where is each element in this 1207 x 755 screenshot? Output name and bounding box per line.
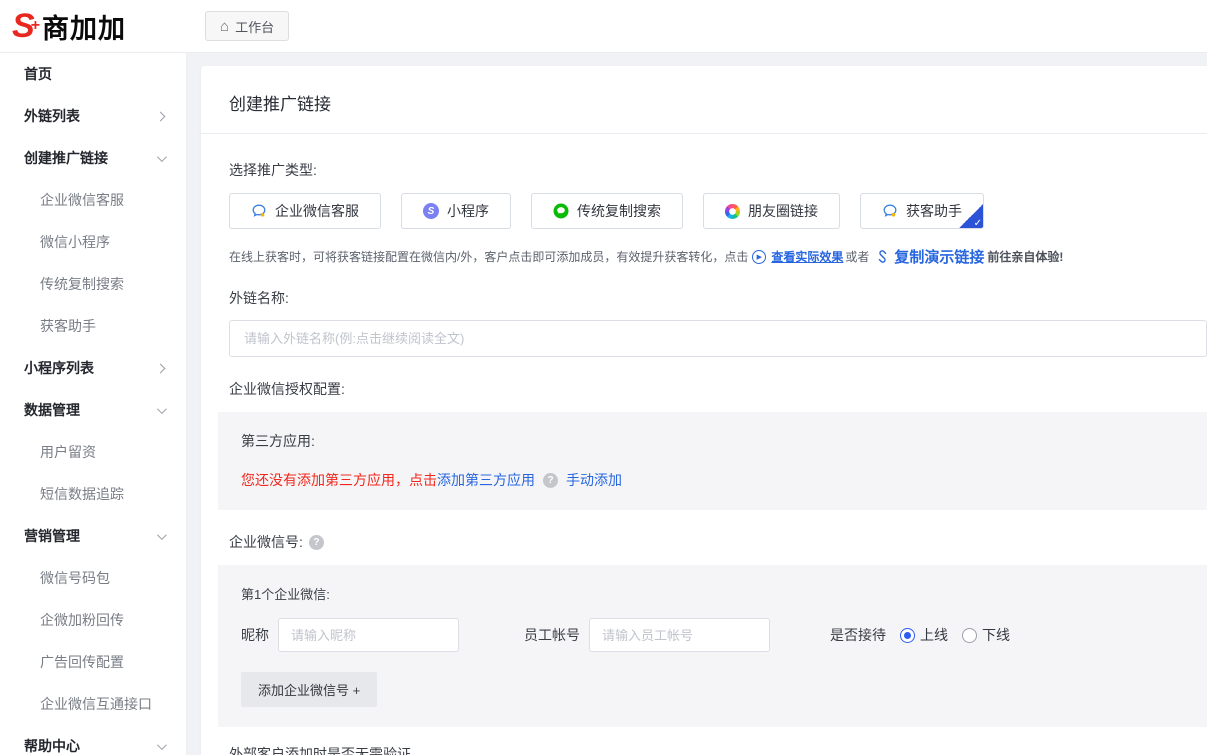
- wecom-account-label: 企业微信号:: [229, 532, 303, 552]
- help-icon[interactable]: ?: [543, 473, 558, 488]
- staff-account-label: 员工帐号: [524, 625, 580, 645]
- chevron-right-icon: [156, 111, 166, 121]
- copy-demo-link[interactable]: 复制演示链接: [894, 246, 984, 267]
- main-card: 创建推广链接 选择推广类型: 企业微信客服 S 小程序 传统复制搜索: [201, 66, 1207, 755]
- link-name-input[interactable]: [229, 320, 1207, 357]
- sidebar-item-customer-assistant[interactable]: 获客助手: [0, 305, 186, 347]
- topbar: S+ 商加加 ⌂ 工作台: [0, 0, 1207, 53]
- wecom-chat-icon: [251, 203, 267, 219]
- third-party-label: 第三方应用:: [241, 431, 1207, 451]
- promo-option-customer-assistant[interactable]: 获客助手 ✓: [860, 193, 984, 229]
- brand-logo-s: S: [12, 9, 33, 43]
- wecom-chat-icon: [882, 203, 898, 219]
- play-icon[interactable]: ▶: [752, 250, 766, 264]
- sidebar-item-user-leads[interactable]: 用户留资: [0, 431, 186, 473]
- sidebar-item-data-management[interactable]: 数据管理: [0, 389, 186, 431]
- auth-config-label: 企业微信授权配置:: [229, 379, 1207, 399]
- brand-logo-plus: +: [31, 17, 40, 35]
- view-effect-link[interactable]: 查看实际效果: [771, 248, 843, 265]
- tip-text: 在线上获客时，可将获客链接配置在微信内/外，客户点击即可添加成员，有效提升获客转…: [229, 248, 748, 265]
- sidebar-item-fan-callback[interactable]: 企微加粉回传: [0, 599, 186, 641]
- sidebar-item-sms-tracking[interactable]: 短信数据追踪: [0, 473, 186, 515]
- radio-online[interactable]: 上线: [900, 625, 948, 645]
- promo-option-copy-search[interactable]: 传统复制搜索: [531, 193, 683, 229]
- sidebar-item-marketing[interactable]: 营销管理: [0, 515, 186, 557]
- chevron-right-icon: [156, 363, 166, 373]
- chevron-down-icon: [157, 530, 167, 540]
- home-icon: ⌂: [220, 19, 229, 34]
- sidebar-item-wechat-miniprogram[interactable]: 微信小程序: [0, 221, 186, 263]
- miniprogram-icon: S: [423, 203, 439, 219]
- promo-option-miniprogram[interactable]: S 小程序: [401, 193, 511, 229]
- wecom-account-box: 第1个企业微信: 昵称 员工帐号 是否接待 上线: [218, 565, 1207, 727]
- third-party-warning: 您还没有添加第三方应用，点击: [241, 470, 437, 490]
- sidebar-item-wechat-number-pack[interactable]: 微信号码包: [0, 557, 186, 599]
- promo-option-label: 朋友圈链接: [748, 201, 818, 221]
- sidebar-item-ad-callback-config[interactable]: 广告回传配置: [0, 641, 186, 683]
- promo-option-moments-link[interactable]: 朋友圈链接: [703, 193, 840, 229]
- nickname-label: 昵称: [241, 625, 269, 645]
- sidebar-item-copy-search[interactable]: 传统复制搜索: [0, 263, 186, 305]
- tab-workbench-label: 工作台: [235, 17, 274, 36]
- verify-question-label: 外部客户添加时是否无需验证: [229, 744, 1207, 755]
- brand-logo: S+ 商加加: [0, 7, 187, 46]
- add-third-party-link[interactable]: 添加第三方应用: [437, 470, 535, 490]
- wecom-group-title: 第1个企业微信:: [241, 584, 1207, 603]
- sidebar-item-wecom-interop[interactable]: 企业微信互通接口: [0, 683, 186, 725]
- promo-type-options: 企业微信客服 S 小程序 传统复制搜索 朋友圈链接: [229, 193, 1207, 229]
- promo-option-wecom-service[interactable]: 企业微信客服: [229, 193, 381, 229]
- add-wecom-account-button[interactable]: 添加企业微信号 +: [241, 672, 377, 707]
- tip-text: 或者: [845, 248, 869, 265]
- content-area: 创建推广链接 选择推广类型: 企业微信客服 S 小程序 传统复制搜索: [187, 53, 1207, 755]
- promo-option-label: 获客助手: [906, 201, 962, 221]
- chain-link-icon: [875, 249, 890, 264]
- staff-account-input[interactable]: [589, 618, 770, 652]
- manual-add-link[interactable]: 手动添加: [566, 470, 622, 490]
- chevron-down-icon: [157, 740, 167, 750]
- promo-type-label: 选择推广类型:: [229, 160, 1207, 180]
- sidebar-item-home[interactable]: 首页: [0, 53, 186, 95]
- promo-option-label: 企业微信客服: [275, 201, 359, 221]
- tab-workbench[interactable]: ⌂ 工作台: [205, 11, 289, 41]
- chevron-down-icon: [157, 152, 167, 162]
- reception-label: 是否接待: [830, 625, 886, 645]
- link-name-label: 外链名称:: [229, 288, 1207, 308]
- moments-icon: [725, 204, 740, 219]
- sidebar-item-help-center[interactable]: 帮助中心: [0, 725, 186, 755]
- radio-unchecked-icon: [962, 628, 977, 643]
- wechat-icon: [553, 203, 569, 219]
- sidebar-item-create-promo-link[interactable]: 创建推广链接: [0, 137, 186, 179]
- sidebar-item-miniprogram-list[interactable]: 小程序列表: [0, 347, 186, 389]
- promo-option-label: 小程序: [447, 201, 489, 221]
- sidebar-item-link-list[interactable]: 外链列表: [0, 95, 186, 137]
- page-title: 创建推广链接: [229, 90, 1179, 115]
- chevron-down-icon: [157, 404, 167, 414]
- tip-text: 前往亲自体验!: [987, 248, 1063, 265]
- check-icon: ✓: [974, 218, 982, 229]
- nickname-input[interactable]: [278, 618, 459, 652]
- third-party-box: 第三方应用: 您还没有添加第三方应用，点击 添加第三方应用 ? 手动添加: [218, 412, 1207, 510]
- sidebar: 首页 外链列表 创建推广链接 企业微信客服 微信小程序 传统复制搜索 获客助手 …: [0, 53, 187, 755]
- sidebar-item-wecom-service[interactable]: 企业微信客服: [0, 179, 186, 221]
- help-icon[interactable]: ?: [309, 535, 324, 550]
- radio-offline[interactable]: 下线: [962, 625, 1010, 645]
- radio-checked-icon: [900, 628, 915, 643]
- card-header: 创建推广链接: [201, 66, 1207, 134]
- promo-option-label: 传统复制搜索: [577, 201, 661, 221]
- promo-tip: 在线上获客时，可将获客链接配置在微信内/外，客户点击即可添加成员，有效提升获客转…: [229, 246, 1207, 267]
- brand-logo-name: 商加加: [42, 7, 126, 46]
